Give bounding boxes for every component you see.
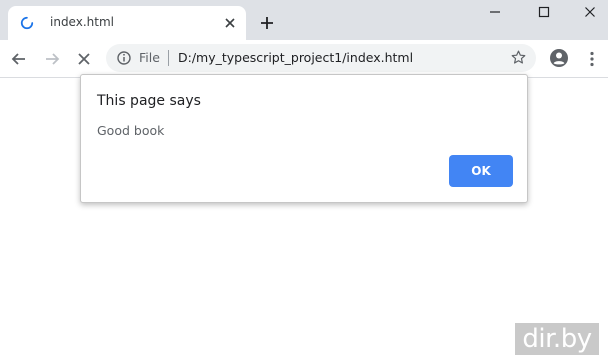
scheme-label: File [139,50,160,65]
minimize-icon[interactable] [487,4,503,20]
dialog-title: This page says [97,93,201,109]
vertical-dots-icon[interactable] [582,49,602,69]
ok-button[interactable]: OK [449,155,513,187]
maximize-icon[interactable] [536,4,552,20]
tab-strip: index.html [0,0,608,40]
account-icon[interactable] [549,48,569,68]
watermark: dir.by [515,323,599,355]
tab-title: index.html [50,15,114,29]
window-close-icon[interactable] [582,4,598,20]
dialog-message: Good book [97,123,165,138]
plus-icon[interactable] [258,14,276,32]
url-text[interactable]: D:/my_typescript_project1/index.html [178,50,413,65]
toolbar: File D:/my_typescript_project1/index.htm… [0,40,608,78]
address-separator [168,50,169,66]
close-icon[interactable] [222,15,238,31]
address-bar[interactable]: File D:/my_typescript_project1/index.htm… [106,44,536,72]
loading-spinner-icon [20,16,34,30]
info-icon[interactable] [116,50,132,66]
alert-dialog: This page says Good book OK [80,74,528,203]
stop-icon[interactable] [74,49,94,69]
star-outline-icon[interactable] [510,49,527,66]
browser-window: index.html File D:/my_typescript_project… [0,0,608,362]
active-tab[interactable]: index.html [8,6,246,40]
back-icon[interactable] [9,49,29,69]
forward-icon[interactable] [42,49,62,69]
